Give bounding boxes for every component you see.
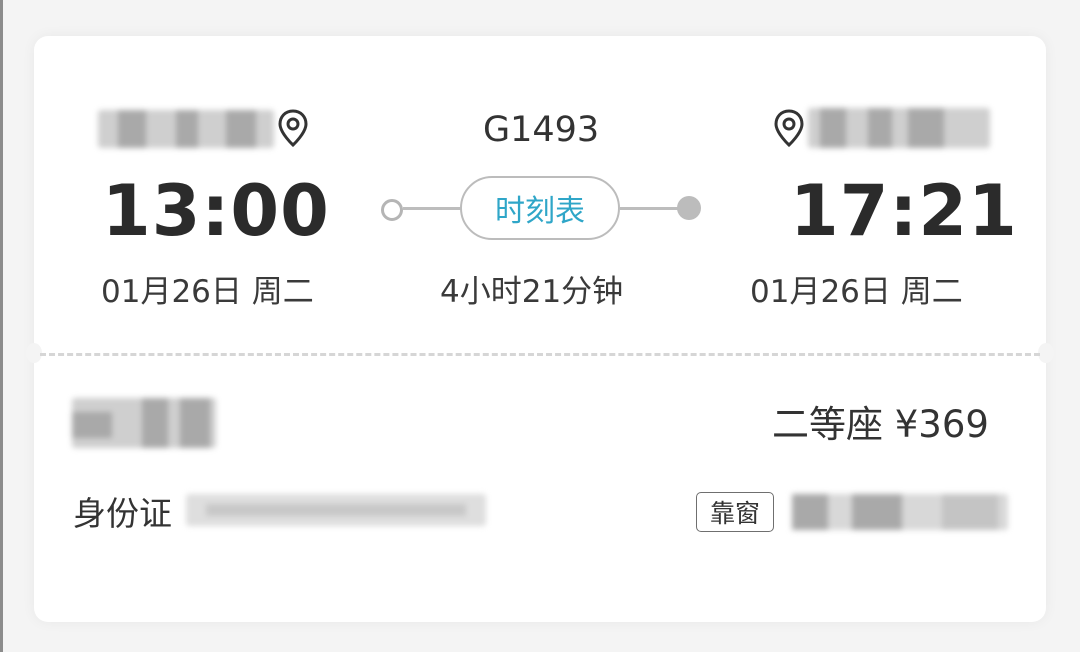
departure-date: 01月26日 周二 bbox=[101, 274, 314, 310]
passenger-name-redacted bbox=[72, 398, 216, 448]
location-pin-icon bbox=[774, 109, 804, 148]
train-number: G1493 bbox=[483, 110, 600, 150]
window-edge bbox=[0, 0, 3, 652]
location-pin-icon bbox=[278, 109, 308, 148]
route-line-left bbox=[403, 207, 461, 210]
departure-station-redacted bbox=[98, 110, 274, 148]
trip-duration: 4小时21分钟 bbox=[440, 274, 624, 310]
seat-class-price: 二等座 ¥369 bbox=[772, 403, 989, 446]
card-notch-right bbox=[1038, 343, 1054, 363]
arrival-time: 17:21 bbox=[790, 170, 1018, 252]
schedule-button[interactable]: 时刻表 bbox=[460, 176, 620, 240]
window-seat-badge: 靠窗 bbox=[696, 492, 774, 532]
id-type-label: 身份证 bbox=[73, 494, 172, 533]
arrival-station-redacted bbox=[808, 108, 990, 148]
route-start-dot bbox=[381, 199, 403, 221]
ticket-divider bbox=[40, 353, 1040, 356]
id-number-redacted bbox=[186, 494, 486, 526]
ticket-screen: G1493 13:00 17:21 时刻表 01月26日 周二 4小时21分钟 … bbox=[0, 0, 1080, 652]
route-end-dot bbox=[677, 196, 701, 220]
departure-time: 13:00 bbox=[102, 170, 330, 252]
arrival-date: 01月26日 周二 bbox=[750, 274, 963, 310]
seat-number-redacted bbox=[792, 494, 1008, 530]
route-line-right bbox=[620, 207, 678, 210]
